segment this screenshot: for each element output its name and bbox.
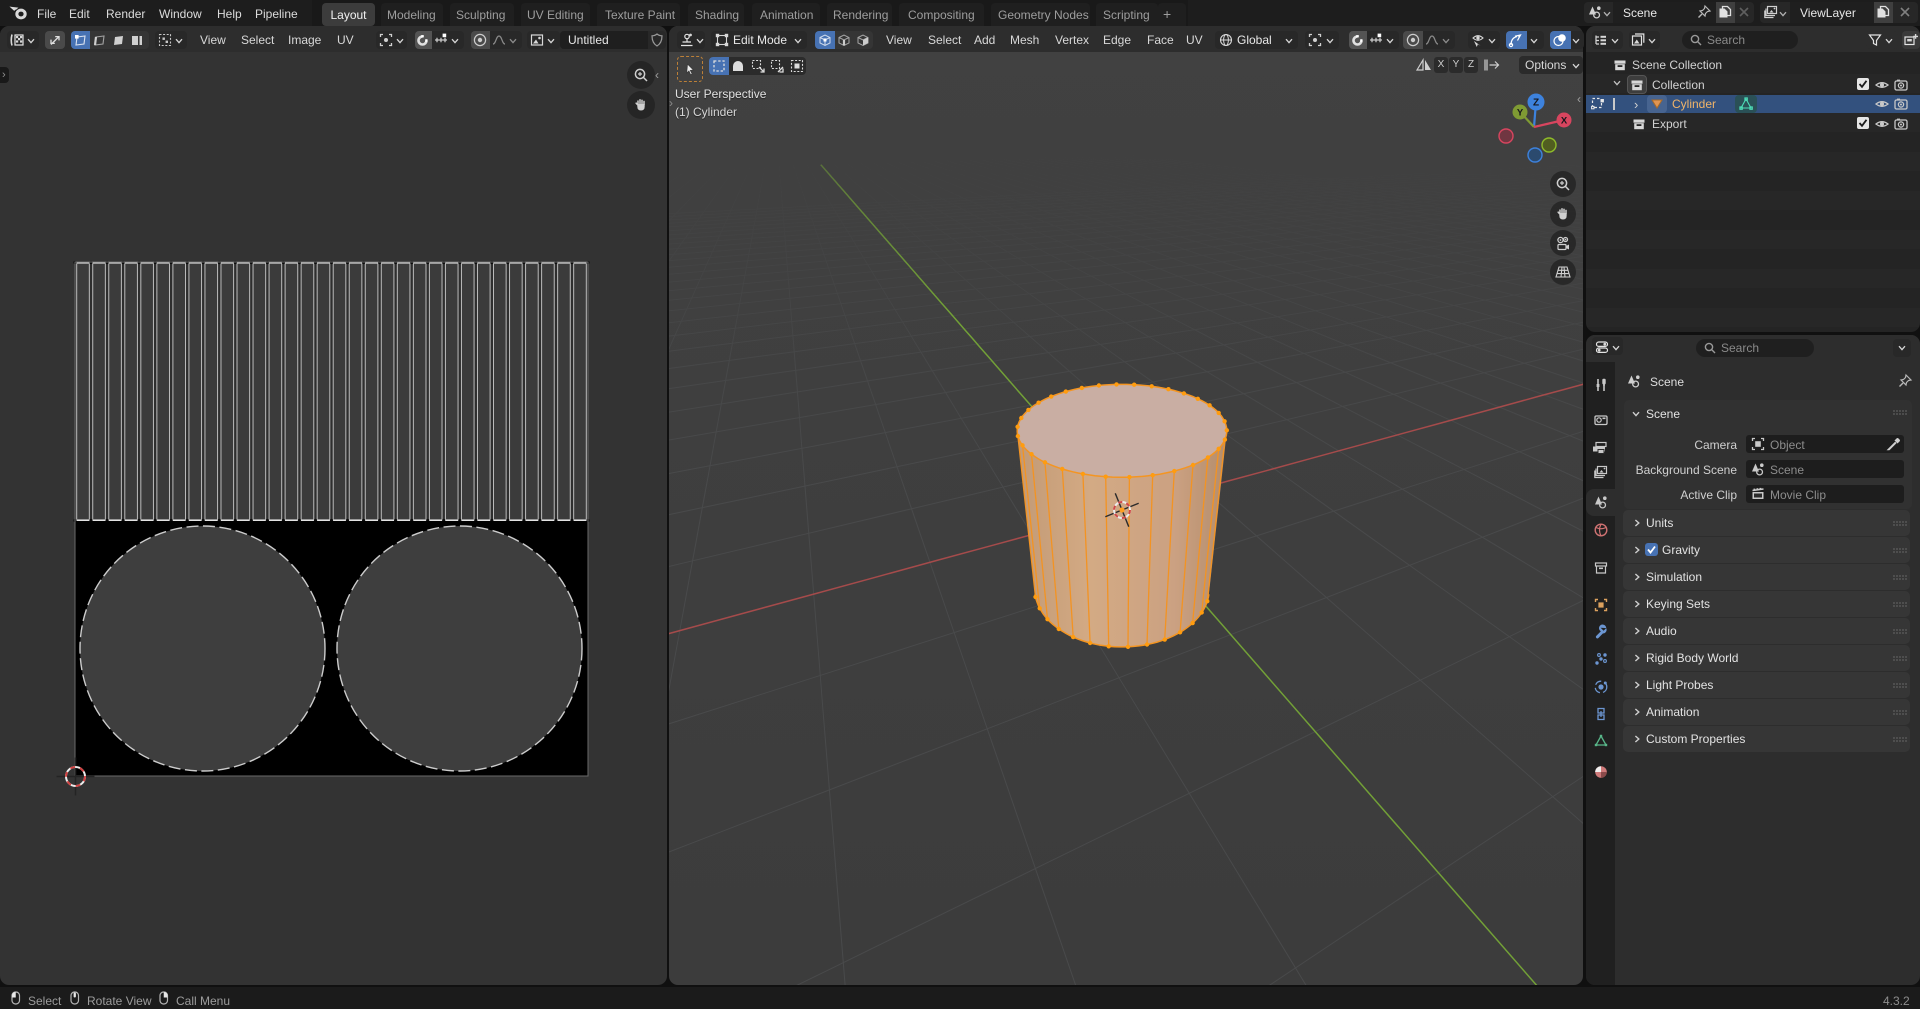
svg-text:Z: Z xyxy=(1533,98,1539,109)
svg-text:X: X xyxy=(1561,116,1568,127)
svg-text:Y: Y xyxy=(1517,108,1524,119)
